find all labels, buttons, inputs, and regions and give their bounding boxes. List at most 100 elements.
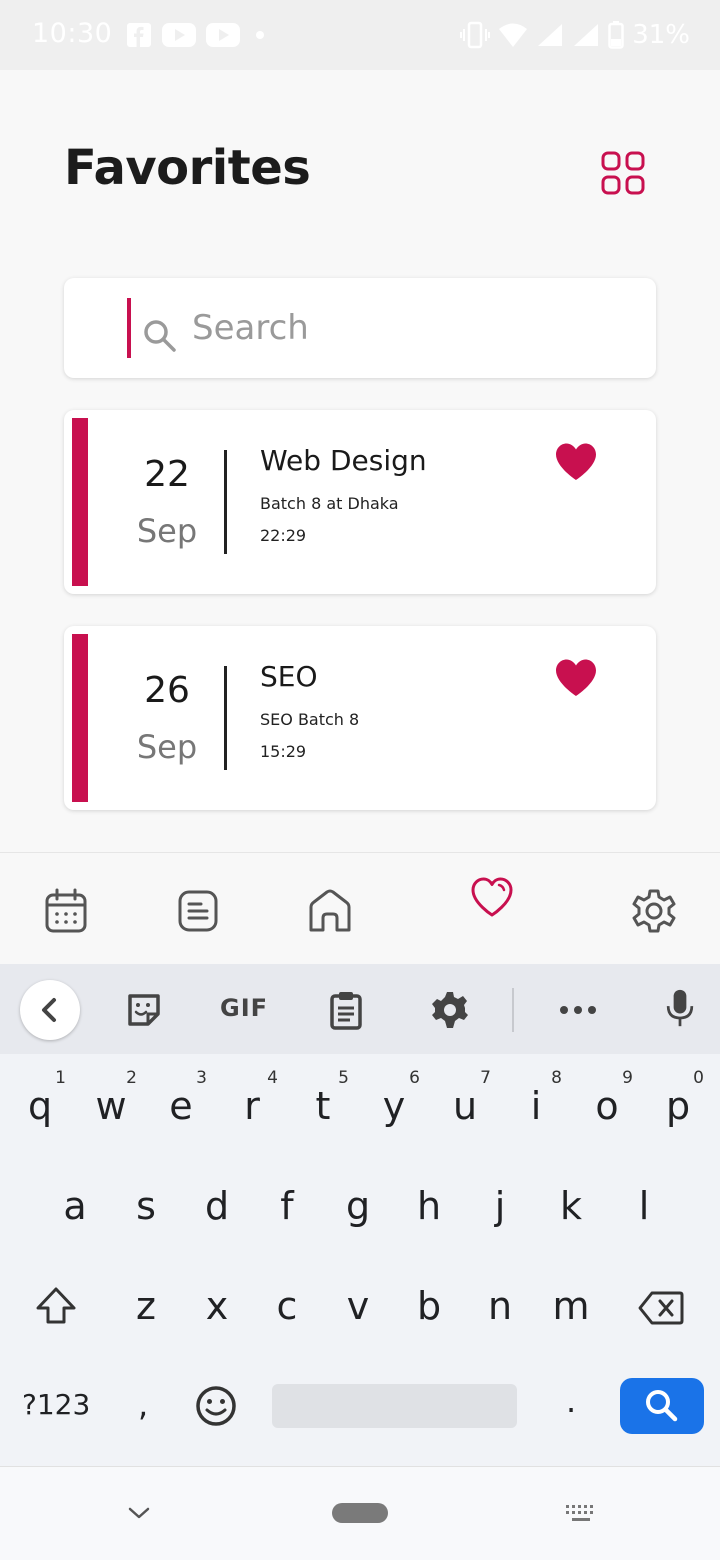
event-title: Web Design <box>260 444 427 477</box>
search-icon <box>646 1390 678 1422</box>
event-title: SEO <box>260 660 318 693</box>
event-subtitle: SEO Batch 8 <box>260 710 360 729</box>
event-day: 26 <box>144 670 190 711</box>
signal-icon <box>538 24 563 46</box>
search-icon <box>144 320 176 352</box>
shift-key[interactable] <box>34 1286 78 1333</box>
key-f[interactable]: f <box>255 1166 319 1246</box>
nav-settings[interactable] <box>630 887 678 935</box>
card-accent-bar <box>72 418 88 586</box>
key-p[interactable]: p0 <box>646 1066 710 1146</box>
wifi-icon <box>499 23 528 47</box>
key-l[interactable]: l <box>612 1166 676 1246</box>
event-card[interactable]: 26 Sep SEO SEO Batch 8 15:29 <box>64 626 656 810</box>
key-t[interactable]: t5 <box>291 1066 355 1146</box>
key-a[interactable]: a <box>43 1166 107 1246</box>
shift-icon <box>36 1287 76 1324</box>
key-w[interactable]: w2 <box>79 1066 143 1146</box>
favorite-heart-icon[interactable] <box>554 658 598 698</box>
system-navigation-bar <box>0 1466 720 1560</box>
card-divider <box>224 666 227 770</box>
key-d[interactable]: d <box>185 1166 249 1246</box>
key-b[interactable]: b <box>397 1266 461 1346</box>
youtube-icon <box>162 23 196 47</box>
text-cursor <box>127 298 131 358</box>
comma-key[interactable]: , <box>138 1386 148 1424</box>
search-input[interactable] <box>192 300 612 356</box>
event-subtitle: Batch 8 at Dhaka <box>260 494 399 513</box>
settings-icon <box>632 889 676 933</box>
sticker-icon[interactable] <box>124 990 164 1030</box>
notes-icon <box>178 890 218 932</box>
status-time: 10:30 <box>32 18 113 49</box>
more-options-icon[interactable] <box>558 990 598 1030</box>
key-v[interactable]: v <box>326 1266 390 1346</box>
key-h[interactable]: h <box>397 1166 461 1246</box>
home-gesture-pill[interactable] <box>332 1503 388 1523</box>
card-divider <box>224 450 227 554</box>
event-card[interactable]: 22 Sep Web Design Batch 8 at Dhaka 22:29 <box>64 410 656 594</box>
event-day: 22 <box>144 454 190 495</box>
period-key[interactable]: . <box>566 1382 576 1420</box>
nav-favorites[interactable] <box>468 873 516 921</box>
battery-percentage: 31% <box>632 20 690 50</box>
microphone-icon[interactable] <box>664 988 696 1028</box>
key-r[interactable]: r4 <box>220 1066 284 1146</box>
chevron-left-icon <box>42 998 56 1022</box>
grid-icon <box>601 151 645 195</box>
key-e[interactable]: e3 <box>149 1066 213 1146</box>
keyboard-toolbar: GIF <box>0 964 720 1054</box>
favorite-heart-icon[interactable] <box>554 442 598 482</box>
key-z[interactable]: z <box>114 1266 178 1346</box>
key-u[interactable]: u7 <box>433 1066 497 1146</box>
key-c[interactable]: c <box>255 1266 319 1346</box>
key-x[interactable]: x <box>185 1266 249 1346</box>
key-o[interactable]: o9 <box>575 1066 639 1146</box>
emoji-key[interactable] <box>194 1384 238 1435</box>
event-month: Sep <box>136 728 198 766</box>
nav-home[interactable] <box>306 887 354 935</box>
key-i[interactable]: i8 <box>504 1066 568 1146</box>
space-key[interactable] <box>272 1384 517 1428</box>
heart-icon <box>471 877 513 917</box>
signal-icon <box>574 24 599 46</box>
soft-keyboard: GIF q1 w2 e3 r4 t5 y6 u7 i8 o9 p0 a s d <box>0 964 720 1466</box>
keyboard-search-button[interactable] <box>620 1378 704 1434</box>
event-time: 15:29 <box>260 742 307 761</box>
calendar-icon <box>45 888 87 933</box>
key-j[interactable]: j <box>468 1166 532 1246</box>
vibrate-icon <box>460 21 491 49</box>
event-month: Sep <box>136 512 198 550</box>
key-k[interactable]: k <box>539 1166 603 1246</box>
page-title: Favorites <box>64 140 311 196</box>
youtube-icon <box>206 23 240 47</box>
notification-dot-icon <box>256 31 264 39</box>
nav-calendar[interactable] <box>42 887 90 935</box>
clipboard-icon[interactable] <box>328 990 364 1030</box>
gear-icon[interactable] <box>430 990 470 1030</box>
status-bar: 10:30 31% <box>0 0 720 70</box>
gif-button[interactable]: GIF <box>220 994 268 1022</box>
grid-view-button[interactable] <box>598 148 650 200</box>
backspace-icon <box>638 1291 684 1325</box>
key-q[interactable]: q1 <box>8 1066 72 1146</box>
nav-notes[interactable] <box>174 887 222 935</box>
keyboard-switch-icon[interactable] <box>564 1503 598 1525</box>
facebook-icon <box>127 23 151 47</box>
symbols-key[interactable]: ?123 <box>22 1388 90 1421</box>
home-icon <box>309 889 351 932</box>
card-accent-bar <box>72 634 88 802</box>
search-box[interactable] <box>64 278 656 378</box>
battery-icon <box>608 21 624 49</box>
key-s[interactable]: s <box>114 1166 178 1246</box>
event-time: 22:29 <box>260 526 307 545</box>
toolbar-separator <box>512 988 514 1032</box>
keyboard-back-button[interactable] <box>20 980 80 1040</box>
key-g[interactable]: g <box>326 1166 390 1246</box>
key-y[interactable]: y6 <box>362 1066 426 1146</box>
chevron-down-icon[interactable] <box>126 1503 152 1523</box>
emoji-icon <box>196 1386 236 1426</box>
key-n[interactable]: n <box>468 1266 532 1346</box>
key-m[interactable]: m <box>539 1266 603 1346</box>
backspace-key[interactable] <box>638 1290 684 1333</box>
